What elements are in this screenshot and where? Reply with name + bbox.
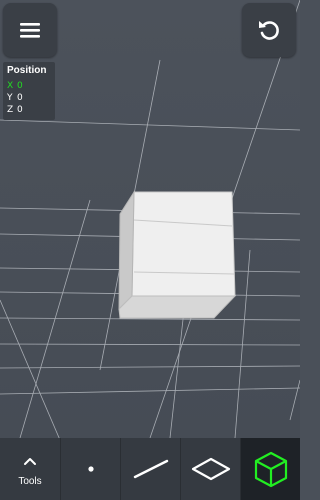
reset-view-button[interactable] xyxy=(242,3,296,57)
tools-toggle-button[interactable]: Tools xyxy=(0,438,60,500)
tools-label: Tools xyxy=(18,476,42,487)
line-tool-button[interactable] xyxy=(121,438,180,500)
position-z-row: Z0 xyxy=(7,105,23,115)
hamburger-menu-icon xyxy=(20,23,40,38)
plane-tool-button[interactable] xyxy=(181,438,240,500)
plane-icon xyxy=(191,457,230,481)
axis-z-value: 0 xyxy=(17,105,23,115)
point-icon xyxy=(87,466,94,472)
axis-x-value: 0 xyxy=(17,81,23,91)
cube-icon xyxy=(254,451,287,488)
position-y-row: Y0 xyxy=(7,93,23,103)
position-x-row: X0 xyxy=(7,81,23,91)
bottom-toolbar: Tools xyxy=(0,438,300,500)
chevron-up-icon xyxy=(24,458,36,465)
menu-button[interactable] xyxy=(3,3,57,57)
rotate-left-icon xyxy=(259,21,279,40)
position-title: Position xyxy=(7,65,47,76)
3d-viewport[interactable]: Position X0 Y0 Z0 xyxy=(0,0,300,438)
line-icon xyxy=(133,459,168,479)
point-tool-button[interactable] xyxy=(61,438,120,500)
axis-x-label: X xyxy=(7,81,14,91)
cube-tool-button[interactable] xyxy=(241,438,300,500)
axis-y-value: 0 xyxy=(17,93,23,103)
position-panel: Position X0 Y0 Z0 xyxy=(3,62,55,120)
axis-y-label: Y xyxy=(7,93,13,103)
axis-z-label: Z xyxy=(7,105,14,115)
